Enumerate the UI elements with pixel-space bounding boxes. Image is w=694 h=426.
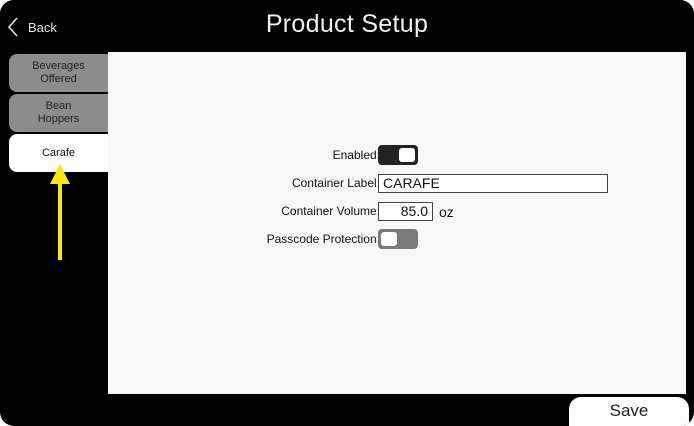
- save-button[interactable]: Save: [569, 397, 689, 426]
- passcode-toggle[interactable]: [378, 229, 418, 249]
- passcode-row: Passcode Protection:: [108, 228, 686, 252]
- settings-panel: Enabled: Container Label: CARAFE Contain…: [108, 52, 686, 394]
- volume-unit: oz: [439, 204, 454, 220]
- passcode-label: Passcode Protection:: [266, 232, 380, 246]
- sidebar: Beverages Offered Bean Hoppers Carafe: [0, 52, 108, 394]
- enabled-row: Enabled:: [108, 144, 686, 168]
- tab-label: Carafe: [41, 146, 76, 159]
- tab-label: Bean Hoppers: [37, 100, 80, 125]
- tab-beverages-offered[interactable]: Beverages Offered: [9, 54, 108, 92]
- container-label-input[interactable]: CARAFE: [378, 174, 608, 193]
- enabled-toggle[interactable]: [378, 145, 418, 165]
- container-volume-label: Container Volume:: [281, 204, 380, 218]
- device-frame: Back Product Setup Beverages Offered Bea…: [0, 0, 694, 426]
- toggle-knob: [381, 232, 397, 246]
- annotation-arrow-icon: [50, 164, 70, 260]
- container-volume-input[interactable]: 85.0: [378, 202, 433, 221]
- tab-label: Beverages Offered: [32, 60, 85, 85]
- container-volume-row: Container Volume: 85.0 oz: [108, 200, 686, 224]
- toggle-knob: [399, 148, 415, 162]
- page-title: Product Setup: [265, 10, 429, 38]
- header-bar: Back Product Setup: [0, 0, 694, 52]
- enabled-label: Enabled:: [332, 148, 380, 162]
- container-label-label: Container Label:: [291, 176, 380, 190]
- tab-bean-hoppers[interactable]: Bean Hoppers: [9, 94, 108, 132]
- container-label-row: Container Label: CARAFE: [108, 172, 686, 196]
